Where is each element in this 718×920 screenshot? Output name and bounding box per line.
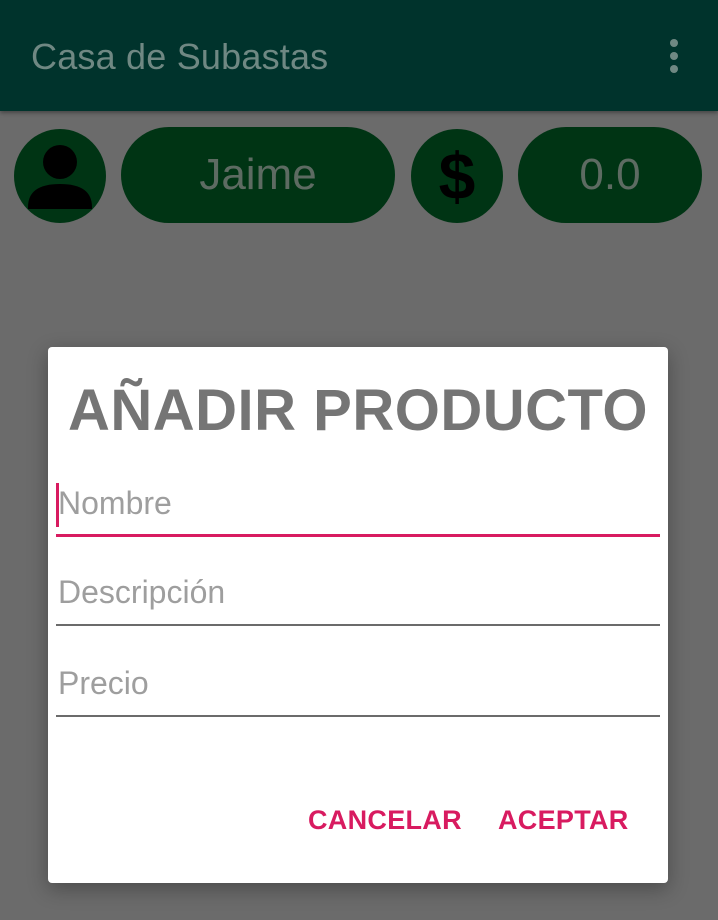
name-input[interactable] bbox=[56, 477, 660, 529]
name-underline bbox=[56, 534, 660, 537]
dialog-title: AÑADIR PRODUCTO bbox=[68, 378, 648, 443]
name-field-container bbox=[56, 477, 660, 537]
price-underline bbox=[56, 715, 660, 717]
cancel-button[interactable]: CANCELAR bbox=[308, 805, 462, 836]
more-vert-icon[interactable] bbox=[656, 30, 692, 82]
person-icon[interactable] bbox=[14, 129, 106, 223]
app-bar: Casa de Subastas bbox=[0, 0, 718, 111]
balance-chip[interactable]: 0.0 bbox=[518, 127, 702, 223]
add-product-dialog: AÑADIR PRODUCTO CANCELAR ACEPTAR bbox=[48, 347, 668, 883]
description-input[interactable] bbox=[56, 566, 660, 618]
text-cursor bbox=[56, 483, 59, 527]
price-input[interactable] bbox=[56, 657, 660, 709]
description-underline bbox=[56, 624, 660, 626]
description-field-container bbox=[56, 566, 660, 626]
user-name-chip[interactable]: Jaime bbox=[121, 127, 395, 223]
app-title: Casa de Subastas bbox=[31, 36, 329, 77]
dollar-icon[interactable]: $ bbox=[411, 129, 503, 223]
price-field-container bbox=[56, 657, 660, 717]
accept-button[interactable]: ACEPTAR bbox=[498, 805, 629, 836]
